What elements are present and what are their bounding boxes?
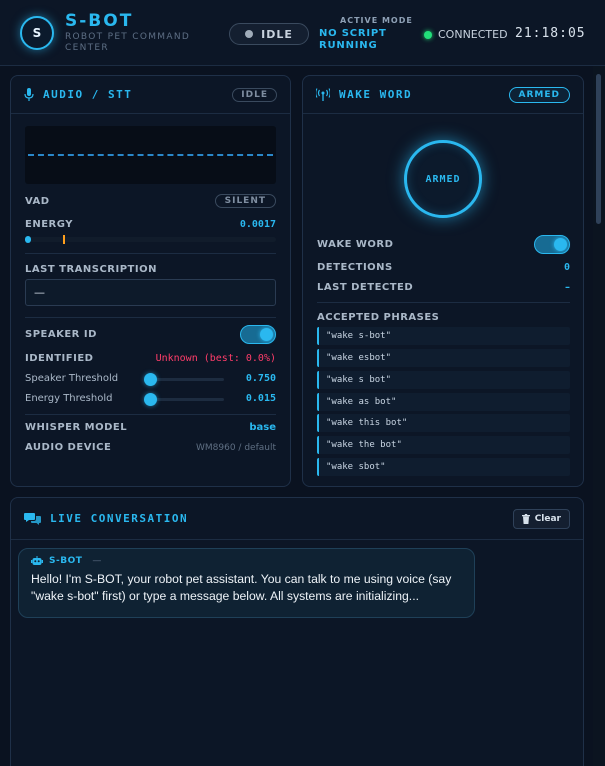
connection-status: CONNECTED [424,28,508,41]
wake-word-label: WAKE WORD [317,239,394,250]
message-bubble: S-BOT — Hello! I'm S-BOT, your robot pet… [18,548,475,618]
active-mode-label: ACTIVE MODE [340,16,413,25]
energy-value: 0.0017 [239,219,276,230]
speaker-threshold-value: 0.750 [245,373,276,384]
status-label: IDLE [261,27,293,41]
conversation-panel-header: LIVE CONVERSATION Clear [11,498,583,540]
last-transcription-box: — [25,279,276,306]
wake-status-badge: ARMED [508,86,570,103]
vad-label: VAD [25,195,50,207]
audio-device-row: AUDIO DEVICE WM8960 / default [25,442,276,453]
vad-badge: SILENT [214,194,276,208]
divider [25,414,276,415]
identified-value: Unknown (best: 0.0%) [155,353,276,364]
audio-panel: AUDIO / STT IDLE VAD SILENT ENERGY 0.001… [10,75,291,487]
last-detected-row: LAST DETECTED – [317,282,570,293]
phrase-item: "wake as bot" [317,393,570,411]
phrase-item: "wake s bot" [317,371,570,389]
logo: S [20,16,54,50]
app-title: S-BOT [65,11,134,31]
identified-label: IDENTIFIED [25,353,94,364]
whisper-model-value: base [249,422,276,433]
status-dot-icon [245,30,254,38]
whisper-model-label: WHISPER MODEL [25,422,128,433]
audio-device-value: WM8960 / default [196,442,276,453]
energy-threshold-slider[interactable] [144,393,224,406]
connection-dot-icon [424,30,432,39]
divider [25,317,276,318]
chat-bubbles-icon [24,513,41,525]
phrase-item: "wake this bot" [317,414,570,432]
speaker-threshold-label: Speaker Threshold [25,373,119,384]
slider-handle[interactable] [144,393,157,406]
audio-panel-header: AUDIO / STT IDLE [11,76,290,114]
last-detected-value: – [565,282,570,293]
active-mode-value: NO SCRIPT RUNNING [319,28,387,51]
divider [317,302,570,303]
status-pill: IDLE [229,23,309,45]
audio-device-label: AUDIO DEVICE [25,442,112,453]
identified-row: IDENTIFIED Unknown (best: 0.0%) [25,353,276,364]
microphone-icon [24,88,34,101]
robot-icon [31,556,43,565]
speaker-id-label: SPEAKER ID [25,329,97,340]
conversation-panel: LIVE CONVERSATION Clear S-BOT — Hello! I… [10,497,584,766]
armed-ring-label: ARMED [425,173,461,185]
message-meta: S-BOT — [31,556,462,566]
app-subtitle: ROBOT PET COMMAND CENTER [65,32,191,53]
last-transcription-value: — [34,286,45,299]
phrase-item: "wake sbot" [317,458,570,476]
scrollbar-thumb[interactable] [596,74,601,224]
wake-word-panel: WAKE WORD ARMED ARMED WAKE WORD DETECTIO… [302,75,584,487]
clock: 21:18:05 [515,26,586,41]
message-sender: S-BOT [49,556,83,566]
wake-panel-title: WAKE WORD [339,88,413,101]
app-header: S S-BOT ROBOT PET COMMAND CENTER IDLE AC… [0,0,605,66]
logo-letter: S [32,26,42,40]
energy-label: ENERGY [25,219,73,230]
detections-label: DETECTIONS [317,262,393,273]
connection-label: CONNECTED [438,28,508,41]
clear-button[interactable]: Clear [512,508,570,529]
message-time: — [92,556,102,566]
antenna-icon [316,88,330,101]
energy-row: ENERGY 0.0017 [25,219,276,230]
conversation-title: LIVE CONVERSATION [50,512,189,525]
divider [25,253,276,254]
energy-threshold-label: Energy Threshold [25,393,113,404]
trash-icon [521,513,530,524]
whisper-model-row: WHISPER MODEL base [25,422,276,433]
phrase-item: "wake s-bot" [317,327,570,345]
accepted-phrases-label: ACCEPTED PHRASES [317,312,440,323]
page-scrollbar[interactable] [593,66,605,766]
last-detected-label: LAST DETECTED [317,282,414,293]
last-transcription-label: LAST TRANSCRIPTION [25,264,157,275]
waveform [25,126,276,184]
speaker-id-toggle[interactable] [240,325,276,344]
slider-handle[interactable] [144,373,157,386]
armed-ring: ARMED [404,140,482,218]
wake-word-toggle[interactable] [534,235,570,254]
audio-panel-title: AUDIO / STT [43,88,133,101]
speaker-id-row: SPEAKER ID [25,325,276,344]
detections-value: 0 [563,262,570,273]
energy-meter [25,235,276,244]
message-text: Hello! I'm S-BOT, your robot pet assista… [31,572,452,603]
wake-panel-header: WAKE WORD ARMED [303,76,583,114]
audio-status-badge: IDLE [232,87,277,102]
energy-threshold-value: 0.015 [245,393,276,404]
wake-word-row: WAKE WORD [317,235,570,254]
phrase-item: "wake the bot" [317,436,570,454]
vad-row: VAD SILENT [25,194,276,208]
clear-label: Clear [534,513,561,524]
phrase-item: "wake esbot" [317,349,570,367]
detections-row: DETECTIONS 0 [317,262,570,273]
speaker-threshold-slider[interactable] [144,373,224,386]
